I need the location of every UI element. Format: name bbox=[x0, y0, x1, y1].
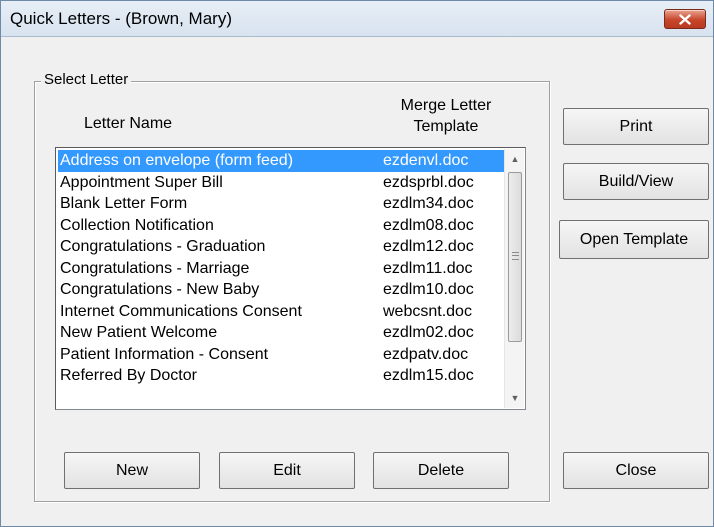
scroll-thumb[interactable] bbox=[508, 172, 522, 342]
letter-name: Referred By Doctor bbox=[60, 367, 197, 384]
print-button[interactable]: Print bbox=[563, 108, 709, 145]
scroll-up-arrow[interactable]: ▲ bbox=[505, 149, 525, 169]
letter-listbox[interactable]: Address on envelope (form feed) ezdenvl.d… bbox=[55, 147, 526, 410]
chevron-up-icon: ▲ bbox=[510, 154, 520, 164]
open-template-button[interactable]: Open Template bbox=[559, 220, 709, 259]
list-item[interactable]: New Patient Welcome ezdlm02.doc bbox=[58, 322, 505, 344]
letter-template: ezdlm08.doc bbox=[383, 216, 474, 234]
build-view-button[interactable]: Build/View bbox=[563, 163, 709, 200]
column-header-letter-name: Letter Name bbox=[84, 115, 173, 132]
letter-name: Internet Communications Consent bbox=[60, 302, 302, 320]
column-header-template-line1: Merge Letter bbox=[400, 97, 492, 114]
delete-button[interactable]: Delete bbox=[373, 452, 509, 489]
list-item[interactable]: Patient Information - Consent ezdpatv.doc bbox=[58, 344, 505, 366]
letter-template: ezdpatv.doc bbox=[383, 345, 469, 363]
letter-name: Collection Notification bbox=[60, 216, 214, 234]
close-button[interactable]: Close bbox=[563, 452, 709, 489]
scroll-down-arrow[interactable]: ▼ bbox=[505, 388, 525, 408]
letter-name: Congratulations - Marriage bbox=[60, 259, 250, 277]
letter-template: ezdlm02.doc bbox=[383, 324, 474, 341]
letter-name: Appointment Super Bill bbox=[60, 173, 223, 191]
list-item[interactable]: Collection Notification ezdlm08.doc bbox=[58, 215, 505, 237]
letter-name: Blank Letter Form bbox=[60, 195, 188, 212]
window-close-button[interactable] bbox=[664, 9, 706, 29]
group-label: Select Letter bbox=[41, 71, 132, 88]
letter-name: Congratulations - Graduation bbox=[60, 238, 266, 255]
quick-letters-window: Quick Letters - (Brown, Mary) Select Let… bbox=[0, 0, 714, 527]
chevron-down-icon: ▼ bbox=[510, 393, 520, 403]
letter-template: ezdlm12.doc bbox=[383, 238, 474, 255]
column-header-merge-template: Merge Letter Template bbox=[384, 95, 508, 137]
window-title: Quick Letters - (Brown, Mary) bbox=[10, 9, 232, 28]
new-button[interactable]: New bbox=[64, 452, 200, 489]
letter-template: ezdsprbl.doc bbox=[383, 173, 474, 191]
letter-template: ezdenvl.doc bbox=[383, 152, 469, 169]
letter-name: Address on envelope (form feed) bbox=[60, 152, 294, 169]
letter-name: Patient Information - Consent bbox=[60, 345, 269, 363]
letter-template: webcsnt.doc bbox=[383, 302, 472, 320]
title-bar[interactable]: Quick Letters - (Brown, Mary) bbox=[1, 1, 713, 37]
letter-name: New Patient Welcome bbox=[60, 324, 218, 341]
letter-template: ezdlm10.doc bbox=[383, 281, 474, 298]
letter-template: ezdlm11.doc bbox=[383, 259, 473, 277]
list-item[interactable]: Address on envelope (form feed) ezdenvl.d… bbox=[58, 150, 505, 172]
column-header-template-line2: Template bbox=[413, 118, 479, 135]
list-item[interactable]: Internet Communications Consent webcsnt.d… bbox=[58, 301, 505, 323]
edit-button[interactable]: Edit bbox=[219, 452, 355, 489]
list-item[interactable]: Congratulations - Marriage ezdlm11.doc bbox=[58, 258, 505, 280]
list-item[interactable]: Appointment Super Bill ezdsprbl.doc bbox=[58, 172, 505, 194]
letter-template: ezdlm34.doc bbox=[383, 195, 474, 212]
list-item[interactable]: Blank Letter Form ezdlm34.doc bbox=[58, 193, 505, 215]
list-item[interactable]: Referred By Doctor ezdlm15.doc bbox=[58, 365, 505, 387]
list-item[interactable]: Congratulations - New Baby ezdlm10.doc bbox=[58, 279, 505, 301]
list-item[interactable]: Congratulations - Graduation ezdlm12.doc bbox=[58, 236, 505, 258]
letter-name: Congratulations - New Baby bbox=[60, 281, 260, 298]
close-icon bbox=[679, 13, 691, 25]
grip-icon bbox=[512, 252, 519, 260]
vertical-scrollbar[interactable]: ▲ ▼ bbox=[504, 149, 524, 408]
letter-rows: Address on envelope (form feed) ezdenvl.d… bbox=[58, 150, 505, 387]
letter-template: ezdlm15.doc bbox=[383, 367, 474, 384]
